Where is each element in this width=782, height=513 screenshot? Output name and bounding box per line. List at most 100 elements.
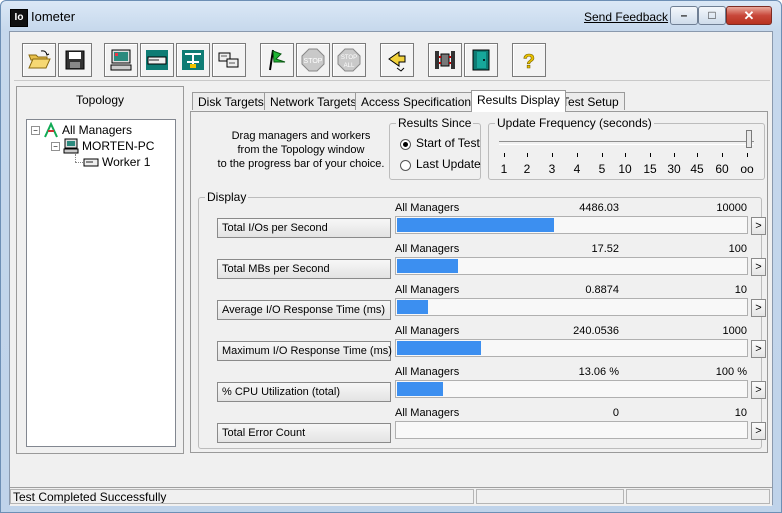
frequency-tick [697,153,698,157]
frequency-tick [722,153,723,157]
metric-more-button[interactable]: > [751,258,766,276]
metric-progress-fill [397,300,428,314]
question-mark-icon: ? [523,51,536,72]
new-manager-button[interactable] [428,43,462,77]
radio-last-update-label[interactable]: Last Update [416,157,481,171]
svg-text:STOP: STOP [341,55,357,61]
close-button[interactable]: ✕ [726,6,772,25]
update-frequency-slider-thumb[interactable] [746,130,752,148]
metric-progress-fill [397,382,443,396]
frequency-tick [625,153,626,157]
metric-select-button[interactable]: % CPU Utilization (total) [217,382,391,402]
frequency-tick [577,153,578,157]
metric-more-button[interactable]: > [751,340,766,358]
radio-start-of-test-label[interactable]: Start of Test [416,136,480,150]
open-config-button[interactable] [22,43,56,77]
minimize-icon: – [680,8,688,22]
metric-progress-bar[interactable] [395,380,748,398]
metric-value: 0 [612,407,619,419]
frequency-tick-label: 15 [643,162,657,176]
frequency-tick-label: 1 [500,162,508,176]
frequency-tick-label: 3 [548,162,556,176]
metric-source: All Managers [395,325,460,337]
metric-select-button[interactable]: Total I/Os per Second [217,218,391,238]
metric-max: 10 [734,407,747,419]
metric-source: All Managers [395,284,460,296]
floppy-disk-icon [65,50,85,70]
metric-more-button[interactable]: > [751,381,766,399]
title-bar[interactable]: Io Iometer Send Feedback – □ ✕ [1,1,781,31]
metric-progress-bar[interactable] [395,421,748,439]
start-network-worker-button[interactable] [140,43,174,77]
metric-select-button[interactable]: Maximum I/O Response Time (ms) [217,341,392,361]
results-since-group: Results Since Start of Test Last Update [389,116,481,180]
update-frequency-track[interactable] [499,141,754,145]
close-icon: ✕ [743,8,755,23]
metric-progress-bar[interactable] [395,257,748,275]
iometer-window: Io Iometer Send Feedback – □ ✕ STOP STOP… [0,0,782,513]
disconnect-button[interactable] [212,43,246,77]
tab-results-display[interactable]: Results Display [471,90,566,112]
frequency-tick [552,153,553,157]
tab-access-specifications[interactable]: Access Specifications [355,92,484,110]
drag-instructions: Drag managers and workers from the Topol… [217,130,385,170]
expand-morten-pc[interactable]: − [51,142,60,151]
tree-label-morten-pc: MORTEN-PC [82,139,155,153]
metric-more-button[interactable]: > [751,422,766,440]
minimize-button[interactable]: – [670,6,698,25]
topology-tree[interactable]: − All Managers − MORTEN-PC Worker 1 [26,119,176,447]
radio-last-update[interactable] [400,160,411,171]
metric-progress-bar[interactable] [395,298,748,316]
maximize-button[interactable]: □ [698,6,726,25]
tree-label-worker-1: Worker 1 [102,155,151,169]
toolbar: STOP STOP ALL ? [14,36,770,81]
save-config-button[interactable] [58,43,92,77]
status-text: Test Completed Successfully [10,489,474,504]
metric-progress-fill [397,218,554,232]
computer-icon [63,138,79,154]
green-flag-icon [269,49,286,71]
update-frequency-group: Update Frequency (seconds) 1 2 3 4 5 10 15 30 45… [488,116,765,180]
send-feedback-link[interactable]: Send Feedback [584,10,668,24]
metric-select-button[interactable]: Average I/O Response Time (ms) [217,300,391,320]
duplicate-worker-button[interactable] [176,43,210,77]
metric-more-button[interactable]: > [751,217,766,235]
frequency-tick [650,153,651,157]
status-bar: Test Completed Successfully [10,487,772,506]
svg-text:STOP: STOP [304,58,323,65]
metric-progress-bar[interactable] [395,339,748,357]
tab-test-setup[interactable]: Test Setup [556,92,625,110]
svg-text:ALL: ALL [344,63,355,69]
metric-value: 0.8874 [585,284,619,296]
all-managers-icon [44,122,58,138]
metric-select-button[interactable]: Total Error Count [217,423,391,443]
frequency-tick [527,153,528,157]
about-button[interactable]: ? [512,43,546,77]
reset-workers-button[interactable] [380,43,414,77]
metric-source: All Managers [395,243,460,255]
radio-start-of-test[interactable] [400,139,411,150]
results-since-title: Results Since [396,116,474,130]
metric-more-button[interactable]: > [751,299,766,317]
tab-disk-targets[interactable]: Disk Targets [192,92,270,110]
metric-max: 100 % [715,366,747,378]
metric-max: 100 [728,243,747,255]
network-worker-icon [146,50,168,70]
stop-sign-icon: STOP [301,48,325,72]
stop-all-button[interactable]: STOP ALL [332,43,366,77]
expand-all-managers[interactable]: − [31,126,40,135]
exit-button[interactable] [464,43,498,77]
tree-connector [75,154,77,162]
tab-network-targets[interactable]: Network Targets [264,92,363,110]
duplicate-icon [182,50,204,70]
start-disk-worker-button[interactable] [104,43,138,77]
metric-progress-bar[interactable] [395,216,748,234]
app-icon: Io [10,9,28,27]
frequency-tick-label: 4 [573,162,581,176]
start-test-button[interactable] [260,43,294,77]
metric-select-button[interactable]: Total MBs per Second [217,259,391,279]
tab-panel: Disk Targets Network Targets Access Spec… [190,86,768,454]
frequency-tick-label: oo [740,162,754,176]
stop-button[interactable]: STOP [296,43,330,77]
exit-door-icon [472,49,490,71]
